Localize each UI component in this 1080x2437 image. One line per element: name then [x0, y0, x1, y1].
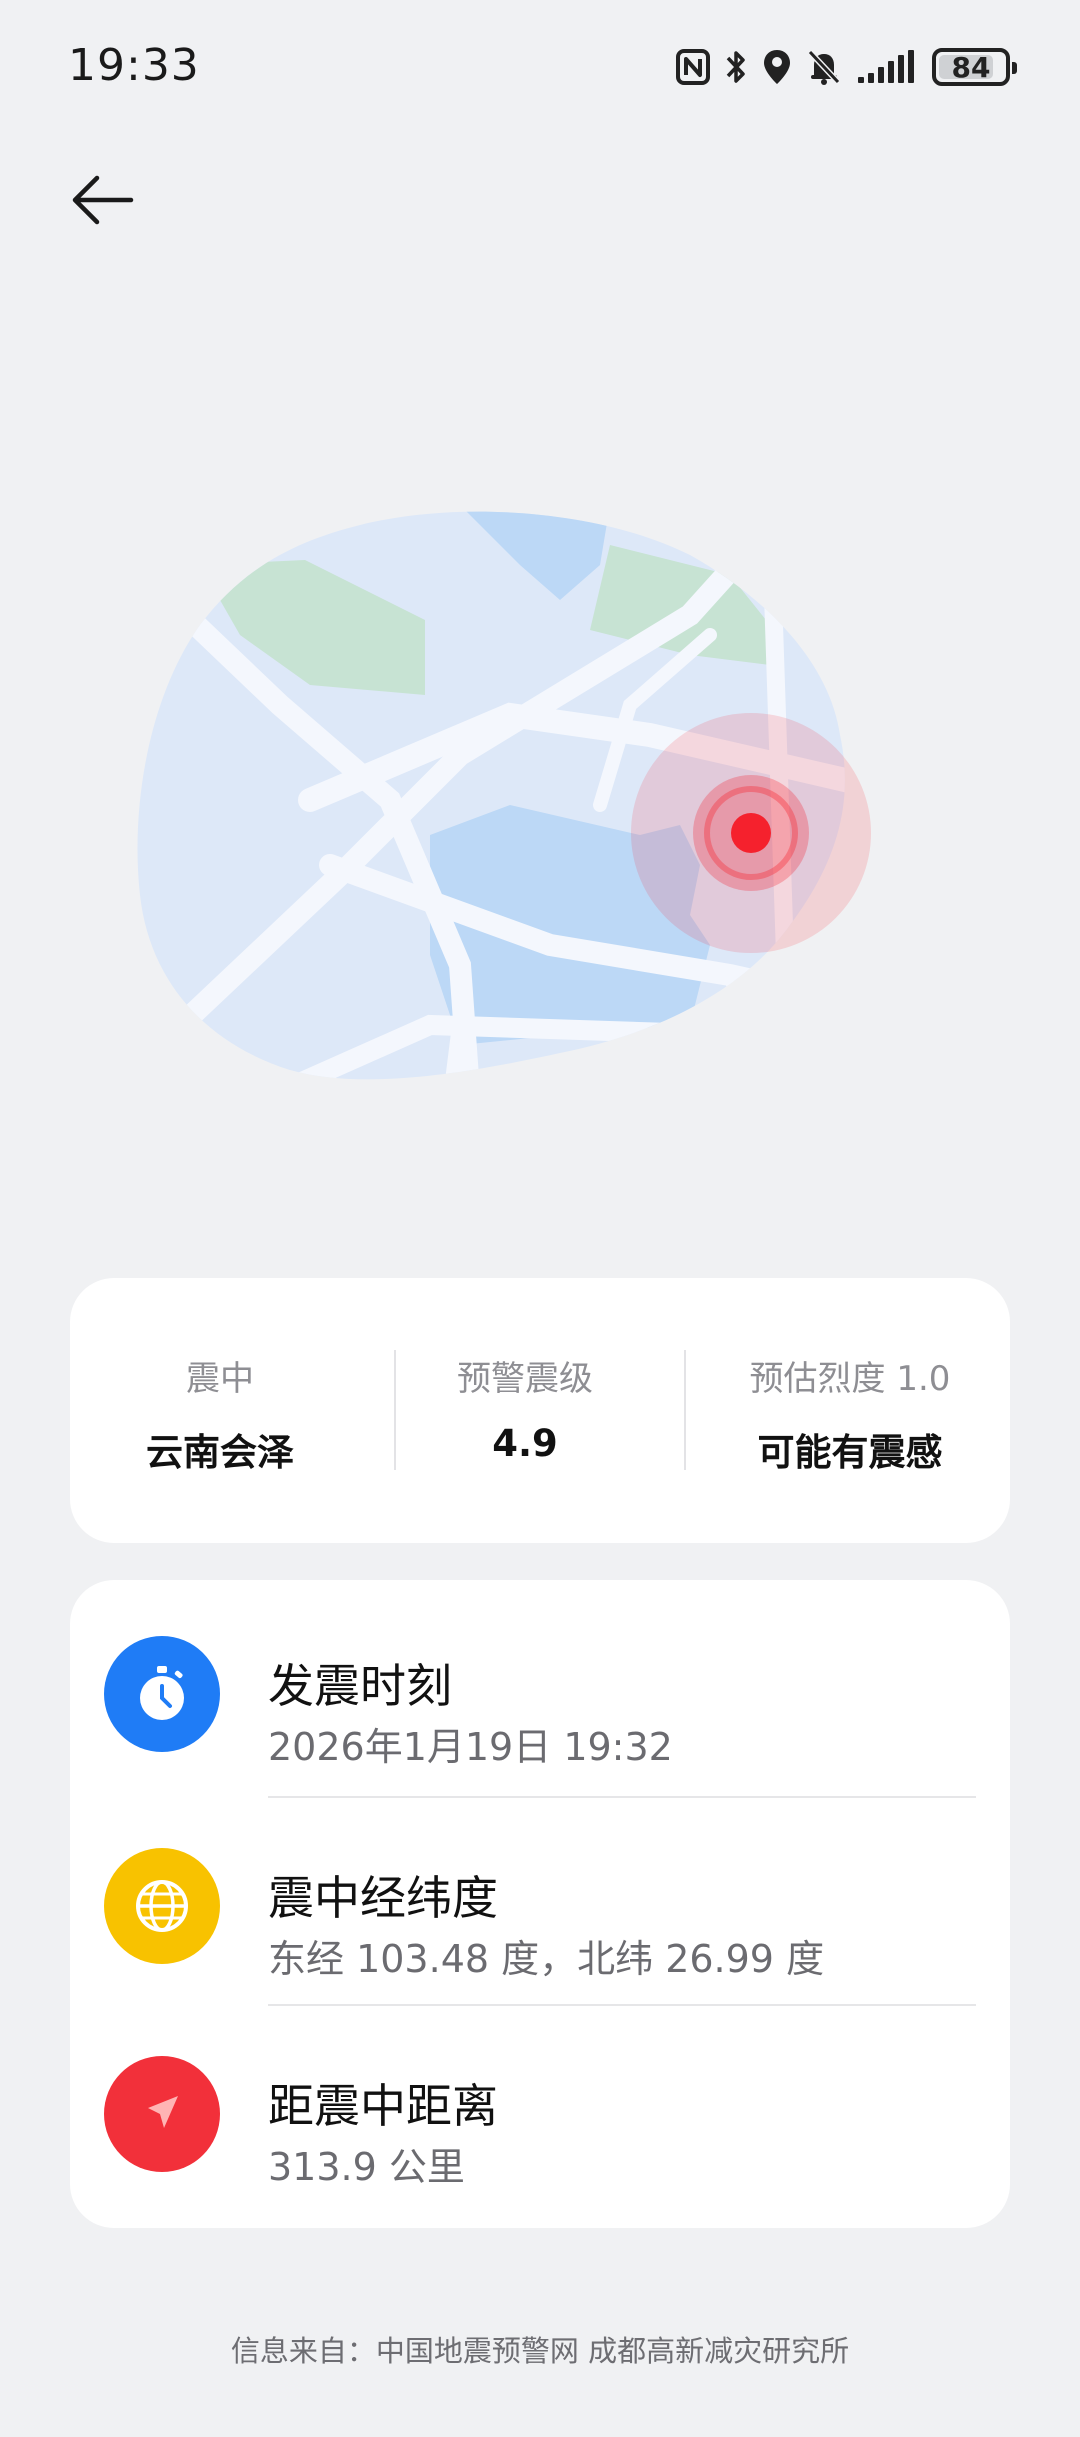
intensity-column: 预估烈度 1.0 可能有震感	[690, 1278, 1010, 1543]
details-card: 发震时刻 2026年1月19日 19:32 震中经纬度 东经 103.48 度，…	[70, 1580, 1010, 2228]
row-divider	[268, 1796, 976, 1798]
epicenter-label: 震中	[186, 1359, 254, 1399]
data-source-text: 信息来自：中国地震预警网 成都高新减灾研究所	[230, 2334, 850, 2368]
coords-value: 东经 103.48 度，北纬 26.99 度	[268, 1937, 825, 1981]
epicenter-marker	[731, 813, 771, 853]
magnitude-column: 预警震级 4.9	[370, 1278, 680, 1543]
magnitude-value: 4.9	[492, 1422, 558, 1465]
battery-icon: 84	[932, 48, 1017, 86]
mute-bell-icon	[806, 48, 842, 86]
summary-divider	[684, 1350, 686, 1470]
navigation-arrow-icon	[104, 2056, 220, 2172]
battery-percent: 84	[951, 50, 991, 84]
time-title: 发震时刻	[268, 1659, 452, 1713]
bluetooth-icon	[724, 48, 748, 86]
detail-row-time: 发震时刻 2026年1月19日 19:32	[70, 1600, 1010, 1808]
nfc-icon	[676, 49, 710, 85]
globe-icon	[104, 1848, 220, 1964]
distance-title: 距震中距离	[268, 2079, 498, 2133]
back-button[interactable]	[58, 160, 148, 240]
time-value: 2026年1月19日 19:32	[268, 1725, 673, 1769]
detail-row-coords: 震中经纬度 东经 103.48 度，北纬 26.99 度	[70, 1808, 1010, 2016]
location-icon	[762, 48, 792, 86]
status-time: 19:33	[68, 40, 200, 91]
detail-row-distance: 距震中距离 313.9 公里	[70, 2016, 1010, 2224]
epicenter-value: 云南会泽	[146, 1431, 294, 1474]
epicenter-column: 震中 云南会泽	[70, 1278, 370, 1543]
signal-icon	[856, 49, 918, 85]
intensity-label: 预估烈度 1.0	[749, 1359, 951, 1399]
summary-card: 震中 云南会泽 预警震级 4.9 预估烈度 1.0 可能有震感	[70, 1278, 1010, 1543]
row-divider	[268, 2004, 976, 2006]
status-icons: 84	[676, 42, 1017, 92]
magnitude-label: 预警震级	[457, 1359, 593, 1399]
epicenter-map-illustration	[137, 511, 871, 1080]
earthquake-detail-screen: 19:33 84 震中 云南会泽 预警震级 4.9 预估烈度 1.0 可能有震感…	[0, 0, 1080, 2437]
stopwatch-icon	[104, 1636, 220, 1752]
coords-title: 震中经纬度	[268, 1871, 498, 1925]
arrow-left-icon	[72, 175, 134, 225]
status-bar: 19:33 84	[0, 0, 1080, 130]
distance-value: 313.9 公里	[268, 2145, 465, 2189]
intensity-value: 可能有震感	[757, 1431, 943, 1474]
